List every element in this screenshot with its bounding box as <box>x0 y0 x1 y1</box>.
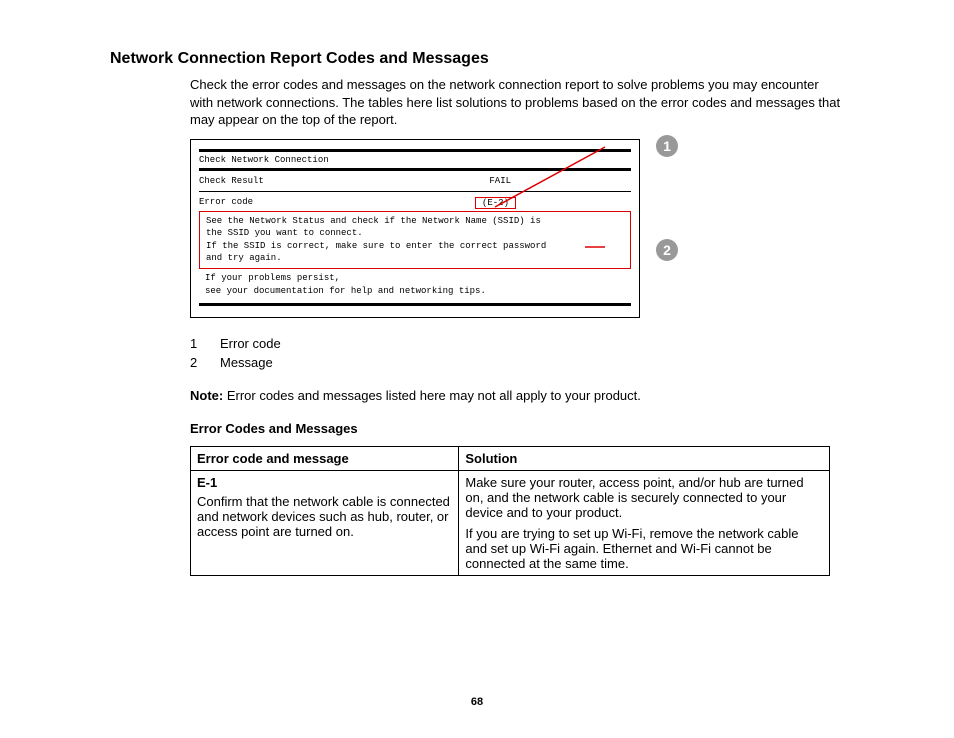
check-result-value: FAIL <box>489 176 511 186</box>
msg-line: If the SSID is correct, make sure to ent… <box>206 240 624 253</box>
table-row: E-1 Confirm that the network cable is co… <box>191 471 830 576</box>
legend-text-1: Error code <box>220 336 281 351</box>
note-label: Note: <box>190 388 223 403</box>
solution-para-2: If you are trying to set up Wi-Fi, remov… <box>465 526 823 571</box>
persist-line: If your problems persist, <box>205 272 625 285</box>
msg-line: the SSID you want to connect. <box>206 227 624 240</box>
error-code-value: (E-2) <box>475 197 516 209</box>
page-title: Network Connection Report Codes and Mess… <box>110 50 844 68</box>
report-diagram: Check Network Connection Check Result FA… <box>190 139 640 319</box>
cell-solution: Make sure your router, access point, and… <box>459 471 830 576</box>
note-text: Error codes and messages listed here may… <box>223 388 641 403</box>
check-result-label: Check Result <box>199 176 264 186</box>
msg-line: See the Network Status and check if the … <box>206 215 624 228</box>
page-number: 68 <box>0 696 954 708</box>
legend-num-2: 2 <box>190 355 220 370</box>
solution-para-1: Make sure your router, access point, and… <box>465 475 823 520</box>
persist-box: If your problems persist, see your docum… <box>199 269 631 300</box>
report-mock: Check Network Connection Check Result FA… <box>190 139 640 319</box>
error-codes-table: Error code and message Solution E-1 Conf… <box>190 446 830 576</box>
intro-paragraph: Check the error codes and messages on th… <box>190 76 844 129</box>
table-header-solution: Solution <box>459 447 830 471</box>
note: Note: Error codes and messages listed he… <box>190 388 844 403</box>
diagram-legend: 1 Error code 2 Message <box>190 336 844 370</box>
cell-code-message: E-1 Confirm that the network cable is co… <box>191 471 459 576</box>
error-codes-subheading: Error Codes and Messages <box>190 421 844 436</box>
table-header-code: Error code and message <box>191 447 459 471</box>
check-connection-label: Check Network Connection <box>199 155 631 165</box>
error-code-label: Error code <box>199 197 253 209</box>
callout-2: 2 <box>656 239 678 261</box>
legend-num-1: 1 <box>190 336 220 351</box>
persist-line: see your documentation for help and netw… <box>205 285 625 298</box>
legend-text-2: Message <box>220 355 273 370</box>
error-code-name: E-1 <box>197 475 452 490</box>
error-code-message: Confirm that the network cable is connec… <box>197 494 450 539</box>
callout-1: 1 <box>656 135 678 157</box>
message-box: See the Network Status and check if the … <box>199 211 631 269</box>
msg-line: and try again. <box>206 252 624 265</box>
